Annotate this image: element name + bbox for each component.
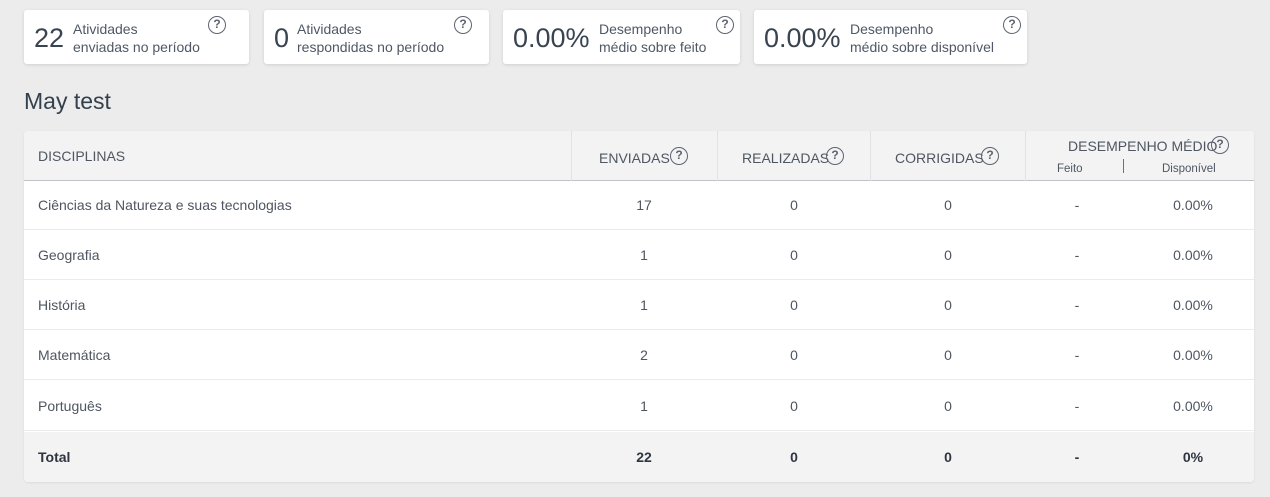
cell-disponivel: 0.00%	[1173, 247, 1213, 263]
cell-disponivel: 0.00%	[1173, 347, 1213, 363]
cell-enviadas: 2	[640, 347, 648, 363]
header-enviadas: ENVIADAS	[599, 150, 670, 166]
summary-value: 22	[34, 23, 65, 53]
table-row: História 1 0 0 - 0.00%	[24, 280, 1254, 330]
cell-corrigidas: 0	[944, 197, 952, 213]
section-title: May test	[24, 88, 111, 114]
cell-enviadas: 17	[636, 197, 652, 213]
cell-realizadas: 0	[790, 297, 798, 313]
header-realizadas: REALIZADAS	[742, 150, 830, 166]
cell-realizadas: 0	[790, 347, 798, 363]
header-disponivel: Disponível	[1162, 163, 1216, 175]
cell-disciplina: Geografia	[38, 247, 100, 263]
cell-feito: -	[1074, 247, 1080, 263]
header-desempenho: DESEMPENHO MÉDIO	[1068, 138, 1218, 154]
table-row: Matemática 2 0 0 - 0.00%	[24, 330, 1254, 380]
cell-feito: -	[1074, 398, 1080, 414]
cell-corrigidas: 0	[944, 247, 952, 263]
column-divider	[1025, 131, 1026, 181]
table-row: Geografia 1 0 0 - 0.00%	[24, 230, 1254, 280]
summary-card-enviadas: 22 Atividades enviadas no período ?	[24, 10, 249, 64]
disciplinas-table: DISCIPLINAS ENVIADAS ? REALIZADAS ? CORR…	[24, 131, 1254, 482]
subheader-divider	[1123, 159, 1124, 173]
help-icon[interactable]: ?	[716, 16, 734, 34]
cell-total-feito: -	[1074, 449, 1080, 465]
header-corrigidas: CORRIGIDAS	[895, 150, 984, 166]
cell-disciplina: Matemática	[38, 347, 111, 363]
table-total-row: Total 22 0 0 - 0%	[24, 432, 1254, 482]
help-icon[interactable]: ?	[1211, 136, 1229, 154]
cell-realizadas: 0	[790, 398, 798, 414]
cell-realizadas: 0	[790, 247, 798, 263]
cell-feito: -	[1074, 197, 1080, 213]
cell-total-realizadas: 0	[790, 449, 798, 465]
cell-disponivel: 0.00%	[1173, 398, 1213, 414]
header-disciplinas: DISCIPLINAS	[38, 148, 126, 164]
cell-total-label: Total	[38, 449, 71, 465]
help-icon[interactable]: ?	[826, 147, 844, 165]
help-icon[interactable]: ?	[208, 16, 226, 34]
table-row: Português 1 0 0 - 0.00%	[24, 381, 1254, 431]
summary-card-respondidas: 0 Atividades respondidas no período ?	[264, 10, 489, 64]
summary-label: Atividades enviadas no período	[73, 21, 200, 55]
cell-enviadas: 1	[640, 398, 648, 414]
cell-total-corrigidas: 0	[944, 449, 952, 465]
cell-total-enviadas: 22	[636, 449, 652, 465]
summary-label: Desempenho médio sobre disponível	[850, 21, 994, 55]
help-icon[interactable]: ?	[981, 147, 999, 165]
cell-total-disponivel: 0%	[1182, 449, 1204, 465]
column-divider	[571, 131, 572, 181]
header-feito: Feito	[1057, 163, 1083, 175]
column-divider	[717, 131, 718, 181]
table-header: DISCIPLINAS ENVIADAS ? REALIZADAS ? CORR…	[24, 131, 1254, 181]
summary-value: 0.00%	[513, 23, 590, 53]
summary-label: Atividades respondidas no período	[297, 21, 445, 55]
cell-corrigidas: 0	[944, 347, 952, 363]
column-divider	[870, 131, 871, 181]
summary-label: Desempenho médio sobre feito	[599, 21, 707, 55]
cell-feito: -	[1074, 347, 1080, 363]
cell-realizadas: 0	[790, 197, 798, 213]
cell-disponivel: 0.00%	[1173, 197, 1213, 213]
cell-enviadas: 1	[640, 297, 648, 313]
help-icon[interactable]: ?	[1003, 16, 1021, 34]
cell-corrigidas: 0	[944, 297, 952, 313]
cell-enviadas: 1	[640, 247, 648, 263]
cell-feito: -	[1074, 297, 1080, 313]
summary-value: 0.00%	[764, 23, 841, 53]
cell-disciplina: História	[38, 297, 86, 313]
help-icon[interactable]: ?	[670, 147, 688, 165]
summary-value: 0	[274, 23, 290, 53]
table-row: Ciências da Natureza e suas tecnologias …	[24, 180, 1254, 230]
cell-disciplina: Ciências da Natureza e suas tecnologias	[38, 197, 292, 213]
cell-corrigidas: 0	[944, 398, 952, 414]
cell-disponivel: 0.00%	[1173, 297, 1213, 313]
cell-disciplina: Português	[38, 398, 102, 414]
help-icon[interactable]: ?	[454, 16, 472, 34]
summary-card-desempenho-feito: 0.00% Desempenho médio sobre feito ?	[503, 10, 740, 64]
summary-card-desempenho-disponivel: 0.00% Desempenho médio sobre disponível ?	[754, 10, 1027, 64]
